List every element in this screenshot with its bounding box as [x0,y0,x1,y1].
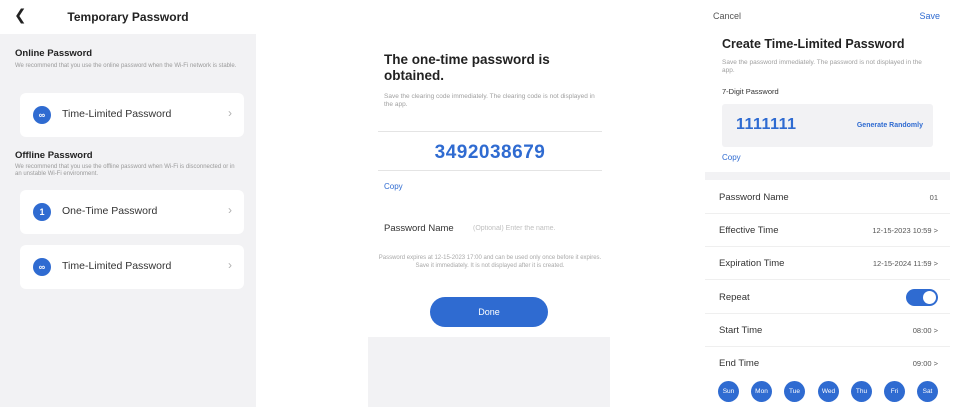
copy-link[interactable]: Copy [384,182,403,191]
row-label: Password Name [719,192,789,203]
password-name-label: Password Name [384,223,454,234]
page-title: Temporary Password [67,10,189,24]
one-icon: 1 [33,203,51,221]
infinity-icon: ∞ [33,258,51,276]
end-time-row[interactable]: End Time 09:00 > [705,346,950,380]
chevron-right-icon: › [228,106,232,120]
online-password-description: We recommend that you use the online pas… [15,63,237,69]
day-wed[interactable]: Wed [818,381,839,402]
repeat-row: Repeat [705,280,950,314]
bottom-area [368,337,610,407]
day-sun[interactable]: Sun [718,381,739,402]
toggle-knob [923,291,936,304]
divider [705,172,950,180]
generate-randomly-button[interactable]: Generate Randomly [857,122,923,129]
repeat-days: Sun Mon Tue Wed Thu Fri Sat [718,381,940,403]
chevron-right-icon: › [228,258,232,272]
password-name-row[interactable]: Password Name 01 [705,180,950,214]
item-label: Time-Limited Password [62,260,172,272]
result-description: Save the clearing code immediately. The … [384,93,595,108]
effective-time-row[interactable]: Effective Time 12-15-2023 10:59 > [705,213,950,247]
offline-time-limited-password-item[interactable]: ∞ Time-Limited Password › [20,245,244,289]
day-sat[interactable]: Sat [917,381,938,402]
row-value: 09:00 > [912,359,938,368]
infinity-icon: ∞ [33,106,51,124]
result-title: The one-time password is obtained. [384,52,550,83]
row-label: Expiration Time [719,258,785,269]
cancel-button[interactable]: Cancel [713,11,741,21]
copy-link[interactable]: Copy [722,153,741,162]
row-value: 08:00 > [912,326,938,335]
expiration-note: Password expires at 12-15-2023 17:00 and… [378,255,602,269]
row-value: 12-15-2024 11:59 > [872,259,938,268]
password-value: 1111111 [736,116,797,133]
temporary-password-panel: ❮ Temporary Password Online Password We … [0,0,256,407]
row-label: Effective Time [719,225,779,236]
row-label: End Time [719,358,760,369]
offline-password-description: We recommend that you use the offline pa… [15,164,235,177]
form-description: Save the password immediately. The passw… [722,59,922,74]
online-password-heading: Online Password [15,48,93,59]
day-mon[interactable]: Mon [751,381,772,402]
day-fri[interactable]: Fri [884,381,905,402]
password-name-input[interactable] [473,221,598,235]
day-tue[interactable]: Tue [784,381,805,402]
repeat-toggle[interactable] [906,289,938,306]
password-code: 3492038679 [434,142,546,163]
save-button[interactable]: Save [919,11,940,21]
row-label: Repeat [719,292,750,303]
one-time-password-item[interactable]: 1 One-Time Password › [20,190,244,234]
online-time-limited-password-item[interactable]: ∞ Time-Limited Password › [20,93,244,137]
done-button[interactable]: Done [430,297,548,327]
day-thu[interactable]: Thu [851,381,872,402]
expiration-time-row[interactable]: Expiration Time 12-15-2024 11:59 > [705,246,950,280]
create-time-limited-password-panel: Cancel Save Create Time-Limited Password… [705,0,950,407]
chevron-right-icon: › [228,203,232,217]
start-time-row[interactable]: Start Time 08:00 > [705,313,950,347]
password-code-box: 3492038679 [378,131,602,171]
row-value: 12-15-2023 10:59 > [872,226,938,235]
item-label: Time-Limited Password [62,108,172,120]
form-title: Create Time-Limited Password [722,37,905,51]
offline-password-heading: Offline Password [15,150,93,161]
item-label: One-Time Password [62,205,158,217]
header: ❮ Temporary Password [0,0,256,34]
password-box: 1111111 Generate Randomly [722,104,933,147]
one-time-password-result-panel: The one-time password is obtained. Save … [368,0,610,407]
digit-password-label: 7-Digit Password [722,87,779,96]
row-label: Start Time [719,325,763,336]
row-value: 01 [929,193,938,202]
